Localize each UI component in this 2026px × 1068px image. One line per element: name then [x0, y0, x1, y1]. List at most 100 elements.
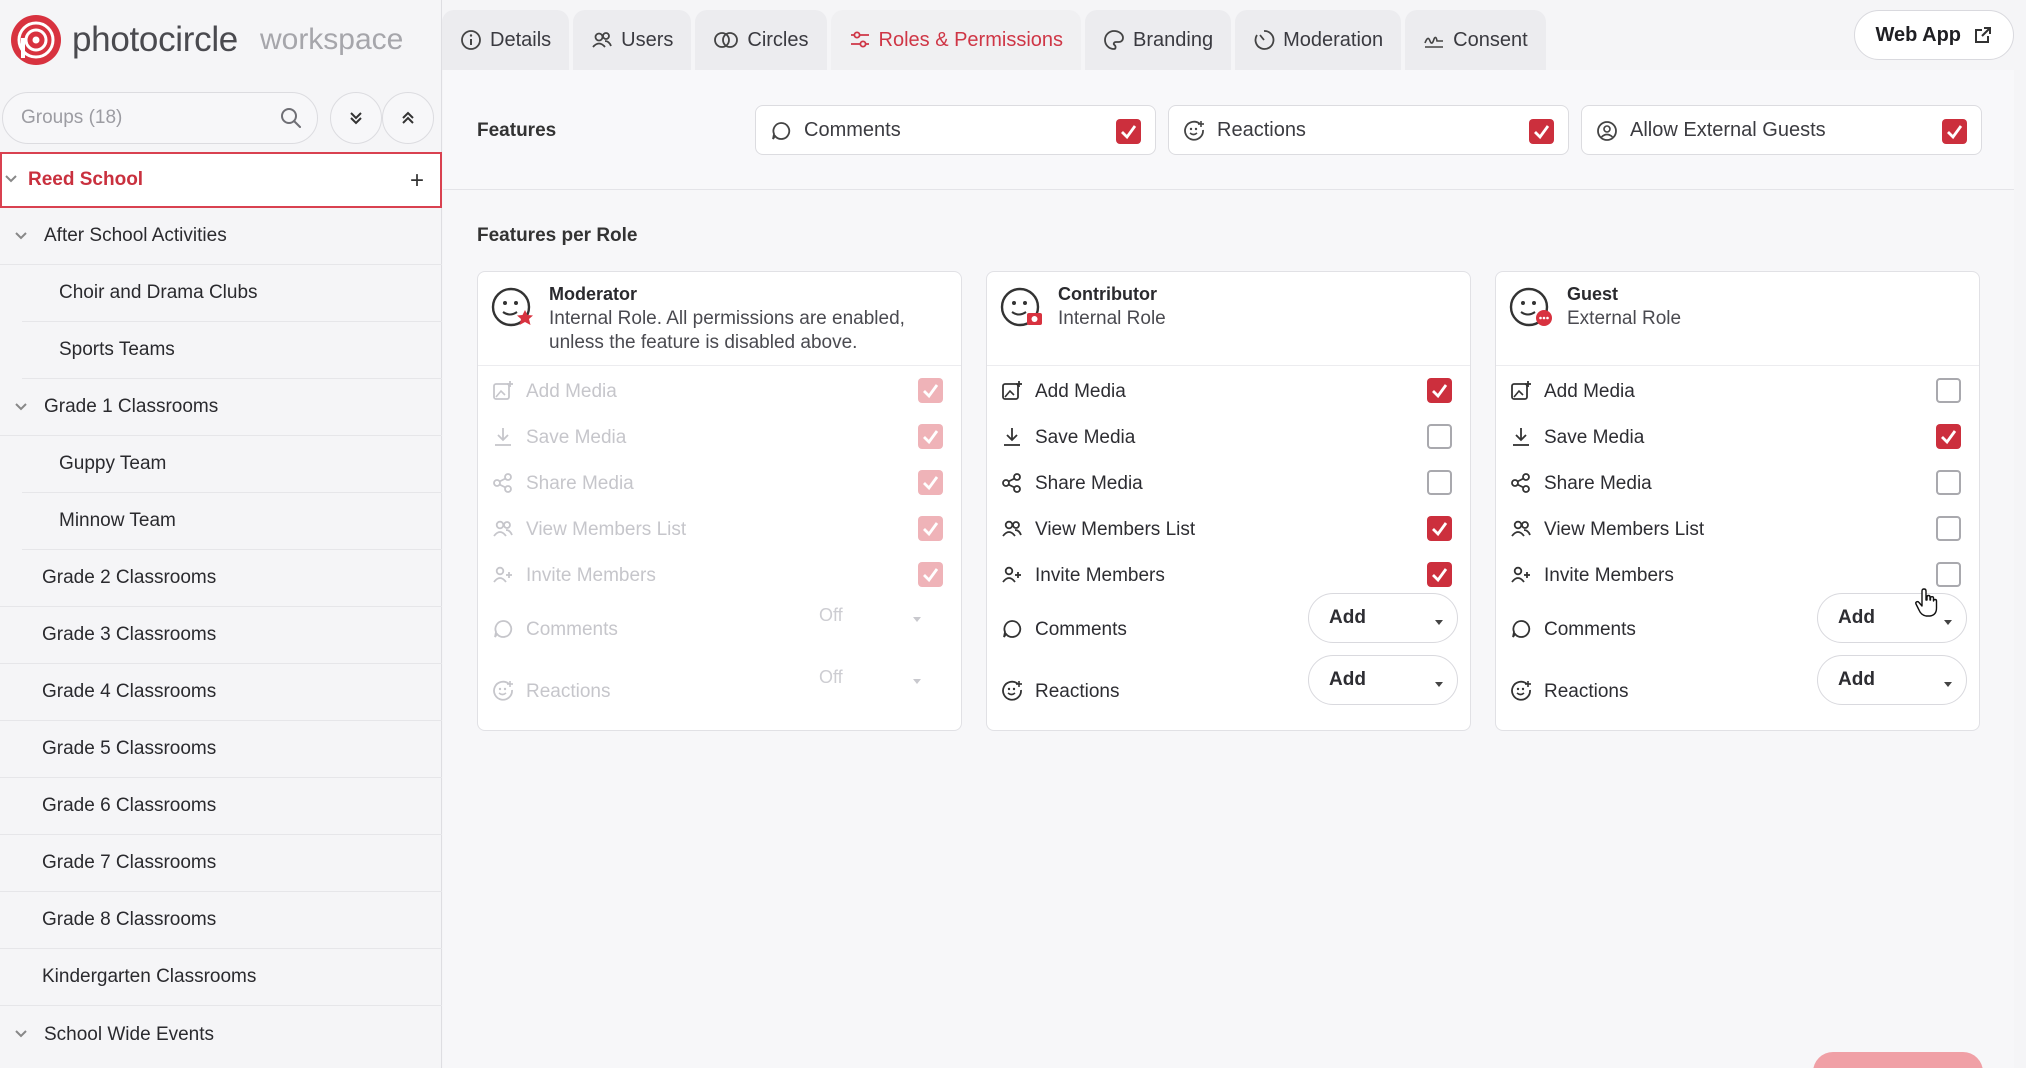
permission-row-save-media: Save Media — [987, 417, 1470, 457]
share-icon — [1511, 473, 1530, 493]
tree-item-label: Grade 5 Classrooms — [42, 738, 217, 759]
permission-label: Add Media — [526, 381, 617, 402]
reaction-icon — [1184, 120, 1204, 141]
tab-roles-permissions[interactable]: Roles & Permissions — [830, 10, 1082, 70]
permission-label: View Members List — [526, 519, 687, 540]
add-group-icon[interactable]: + — [410, 167, 424, 195]
chevron-down-icon[interactable] — [14, 229, 28, 243]
contributor-reactions-select[interactable]: Add — [1308, 655, 1458, 705]
select-value: Add — [1329, 669, 1366, 690]
chevron-down-icon[interactable] — [14, 400, 28, 414]
tab-label: Moderation — [1283, 28, 1384, 51]
permission-row-share-media: Share Media — [478, 463, 961, 503]
tree-item-label: Kindergarten Classrooms — [42, 966, 257, 987]
feature-comments[interactable]: Comments — [755, 105, 1156, 155]
permission-label: Save Media — [1035, 427, 1136, 448]
tab-circles[interactable]: Circles — [695, 10, 827, 70]
permission-label: View Members List — [1544, 519, 1705, 540]
collapse-all-button[interactable] — [382, 92, 434, 144]
permission-checkbox — [918, 516, 943, 541]
role-card-header: Guest External Role — [1496, 272, 1979, 366]
permission-label: Share Media — [526, 473, 634, 494]
tree-item[interactable]: Grade 7 Classrooms — [0, 835, 442, 892]
info-icon — [461, 30, 481, 50]
tab-details[interactable]: Details — [442, 10, 570, 70]
permission-row-save-media: Save Media — [1496, 417, 1979, 457]
external-link-icon — [1975, 27, 1991, 43]
guest-comments-select[interactable]: Add — [1817, 593, 1967, 643]
tree-item[interactable]: After School Activities — [0, 208, 442, 265]
tab-branding[interactable]: Branding — [1085, 10, 1232, 70]
tab-moderation[interactable]: Moderation — [1235, 10, 1402, 70]
role-description: Internal Role. All permissions are enabl… — [549, 308, 905, 353]
permission-checkbox[interactable] — [1427, 378, 1452, 403]
permission-checkbox[interactable] — [1936, 470, 1961, 495]
permission-row-share-media: Share Media — [1496, 463, 1979, 503]
permission-checkbox[interactable] — [1936, 424, 1961, 449]
tree-item[interactable]: Grade 5 Classrooms — [0, 721, 442, 778]
chevron-down-icon[interactable] — [4, 172, 18, 186]
guest-reactions-select[interactable]: Add — [1817, 655, 1967, 705]
comment-icon — [1512, 620, 1531, 638]
double-chevron-down-icon — [350, 112, 362, 125]
tree-item[interactable]: Grade 1 Classrooms — [0, 379, 442, 436]
tree-item[interactable]: Sports Teams — [22, 322, 442, 379]
tree-item[interactable]: School Wide Events — [0, 1006, 442, 1063]
tree-item[interactable]: Grade 3 Classrooms — [0, 607, 442, 664]
chevron-down-icon[interactable] — [14, 1027, 28, 1041]
brand[interactable]: photocircle workspace — [10, 12, 403, 68]
tab-label: Circles — [747, 28, 809, 51]
feature-reactions-checkbox[interactable] — [1529, 119, 1554, 144]
groups-search-input[interactable] — [21, 93, 271, 143]
permission-checkbox[interactable] — [1936, 516, 1961, 541]
role-card-header: Moderator Internal Role. All permissions… — [478, 272, 961, 366]
download-icon — [1513, 428, 1529, 446]
tree-item[interactable]: Grade 4 Classrooms — [0, 664, 442, 721]
tab-users[interactable]: Users — [573, 10, 692, 70]
feature-comments-checkbox[interactable] — [1116, 119, 1141, 144]
permission-checkbox — [918, 378, 943, 403]
reaction-icon — [1511, 680, 1531, 701]
permission-row-add-media: Add Media — [478, 371, 961, 411]
palette-icon — [1104, 30, 1124, 50]
permission-checkbox[interactable] — [1427, 424, 1452, 449]
permission-checkbox — [918, 562, 943, 587]
permission-label: Share Media — [1035, 473, 1143, 494]
web-app-button[interactable]: Web App — [1854, 10, 2014, 60]
tree-item[interactable]: Grade 8 Classrooms — [0, 892, 442, 949]
feature-allow-external-guests[interactable]: Allow External Guests — [1581, 105, 1982, 155]
groups-search — [2, 92, 318, 144]
main-panel: Features Comments Reactions Allow Extern… — [443, 70, 2014, 1068]
permission-checkbox[interactable] — [1427, 470, 1452, 495]
tree-item[interactable]: Grade 2 Classrooms — [0, 550, 442, 607]
contributor-avatar-icon — [1000, 287, 1042, 327]
tree-item-label: After School Activities — [44, 225, 227, 246]
tree-item[interactable]: Choir and Drama Clubs — [22, 265, 442, 322]
users-icon — [592, 32, 612, 48]
role-card-guest: Guest External Role Add Media Save Media… — [1495, 271, 1980, 731]
tree-item[interactable]: Grade 6 Classrooms — [0, 778, 442, 835]
permission-checkbox[interactable] — [1936, 562, 1961, 587]
add-media-icon — [493, 381, 513, 400]
reaction-icon — [1002, 680, 1022, 701]
contributor-comments-select[interactable]: Add — [1308, 593, 1458, 643]
permission-checkbox[interactable] — [1427, 562, 1452, 587]
tree-root-item[interactable]: Reed School + — [0, 152, 442, 208]
tree-item[interactable]: Minnow Team — [22, 493, 442, 550]
tab-consent[interactable]: Consent — [1405, 10, 1546, 70]
search-icon[interactable] — [279, 106, 303, 130]
feature-label: Allow External Guests — [1630, 118, 1826, 141]
tree-item[interactable]: Guppy Team — [22, 436, 442, 493]
permission-label: Invite Members — [1544, 565, 1674, 586]
save-button[interactable] — [1813, 1052, 1983, 1068]
permission-checkbox[interactable] — [1936, 378, 1961, 403]
permission-checkbox[interactable] — [1427, 516, 1452, 541]
tree-item[interactable]: Kindergarten Classrooms — [0, 949, 442, 1006]
tree-item-label: Grade 6 Classrooms — [42, 795, 217, 816]
feature-external-guests-checkbox[interactable] — [1942, 119, 1967, 144]
permission-row-view-members: View Members List — [1496, 509, 1979, 549]
permission-row-invite-members: Invite Members — [478, 555, 961, 595]
feature-reactions[interactable]: Reactions — [1168, 105, 1569, 155]
expand-all-button[interactable] — [330, 92, 382, 144]
share-icon — [493, 473, 512, 493]
